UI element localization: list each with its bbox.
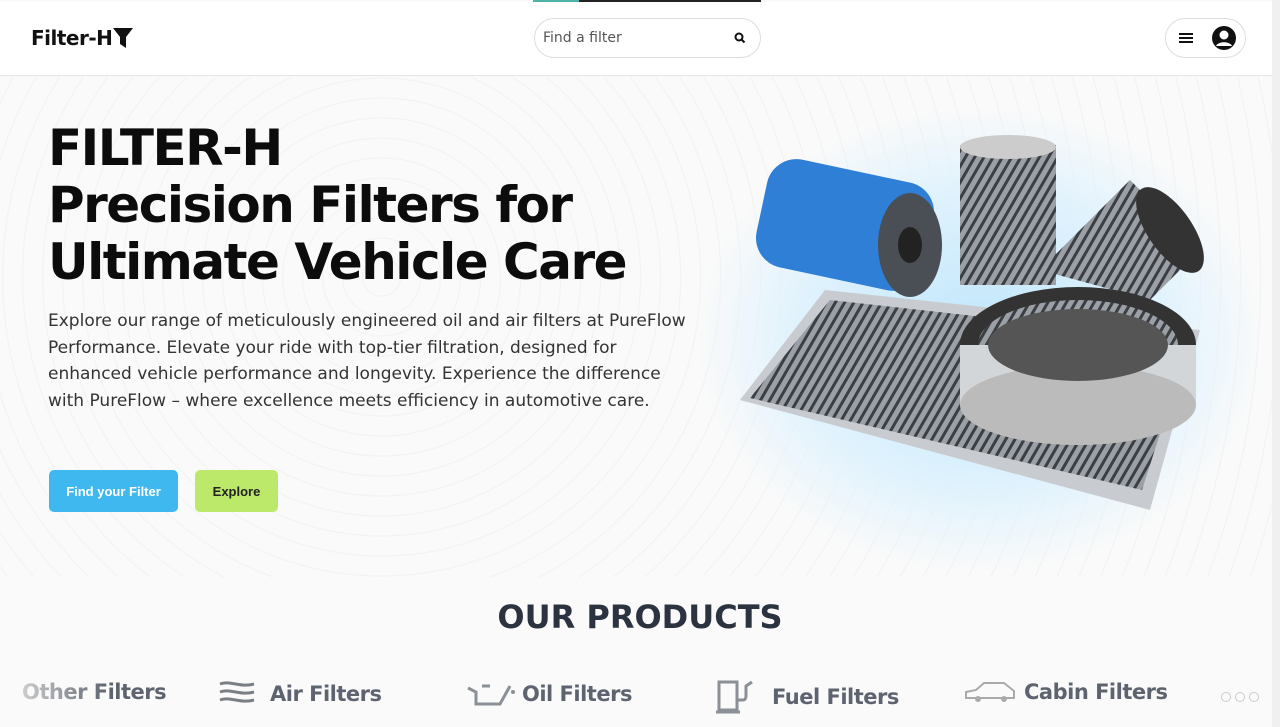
product-categories-carousel: Other Filters Air Filters Oil Filters Fu…	[0, 680, 1272, 716]
carousel-dots[interactable]	[1221, 692, 1259, 702]
avatar-icon[interactable]	[1211, 25, 1237, 51]
category-oil-filters[interactable]: Oil Filters	[464, 680, 632, 708]
fuel-pump-icon	[716, 680, 753, 714]
category-other-filters[interactable]: Other Filters	[22, 680, 167, 704]
menu-icon[interactable]	[1179, 32, 1193, 44]
find-filter-button[interactable]: Find your Filter	[49, 470, 178, 512]
air-waves-icon	[219, 681, 255, 703]
hero-description: Explore our range of meticulously engine…	[48, 311, 686, 411]
car-icon	[965, 682, 1015, 702]
category-air-filters[interactable]: Air Filters	[218, 680, 382, 708]
hero-title: FILTER-H Precision Filters for Ultimate Ve…	[48, 119, 628, 291]
explore-button[interactable]: Explore	[195, 470, 278, 512]
products-title: OUR PRODUCTS	[497, 598, 783, 636]
user-menu[interactable]	[1165, 18, 1246, 58]
funnel-icon	[113, 28, 134, 48]
category-cabin-filters[interactable]: Cabin Filters	[964, 680, 1168, 704]
oil-can-icon	[467, 684, 515, 706]
filters-product-image	[740, 135, 1204, 510]
top-nav: Filter-H	[0, 2, 1272, 76]
search-input[interactable]	[543, 30, 734, 46]
logo[interactable]: Filter-H	[31, 26, 134, 50]
search-icon[interactable]	[734, 32, 746, 44]
category-fuel-filters[interactable]: Fuel Filters	[716, 680, 899, 714]
search-bar[interactable]	[534, 18, 761, 58]
